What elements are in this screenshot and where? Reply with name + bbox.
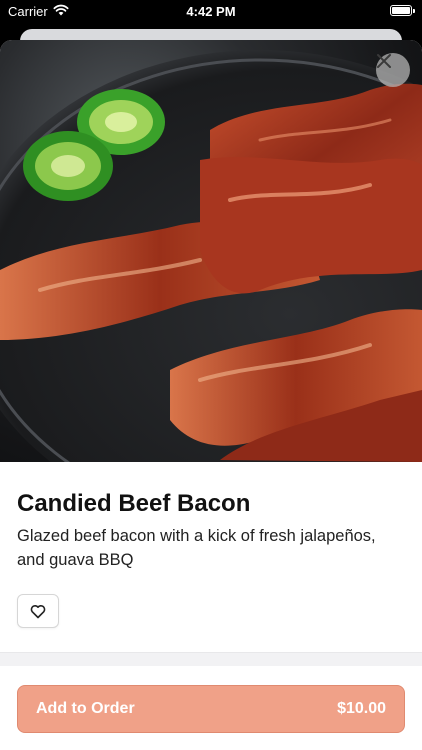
close-button[interactable] bbox=[376, 53, 410, 87]
add-to-order-button[interactable]: Add to Order $10.00 bbox=[17, 685, 405, 733]
item-title: Candied Beef Bacon bbox=[17, 490, 251, 517]
item-detail-sheet: Candied Beef Bacon Glazed beef bacon wit… bbox=[0, 40, 422, 750]
footer-divider bbox=[0, 652, 422, 666]
item-price: $10.00 bbox=[337, 700, 386, 717]
heart-outline-icon bbox=[30, 604, 46, 618]
battery-icon bbox=[390, 5, 415, 16]
add-to-order-label: Add to Order bbox=[36, 700, 135, 717]
close-icon bbox=[377, 54, 391, 68]
bacon-photo-illustration bbox=[0, 50, 422, 462]
item-description: Glazed beef bacon with a kick of fresh j… bbox=[17, 527, 376, 569]
status-bar: Carrier 4:42 PM bbox=[0, 0, 422, 24]
item-hero-image bbox=[0, 40, 422, 462]
favorite-button[interactable] bbox=[17, 594, 59, 628]
status-time: 4:42 PM bbox=[186, 4, 236, 19]
